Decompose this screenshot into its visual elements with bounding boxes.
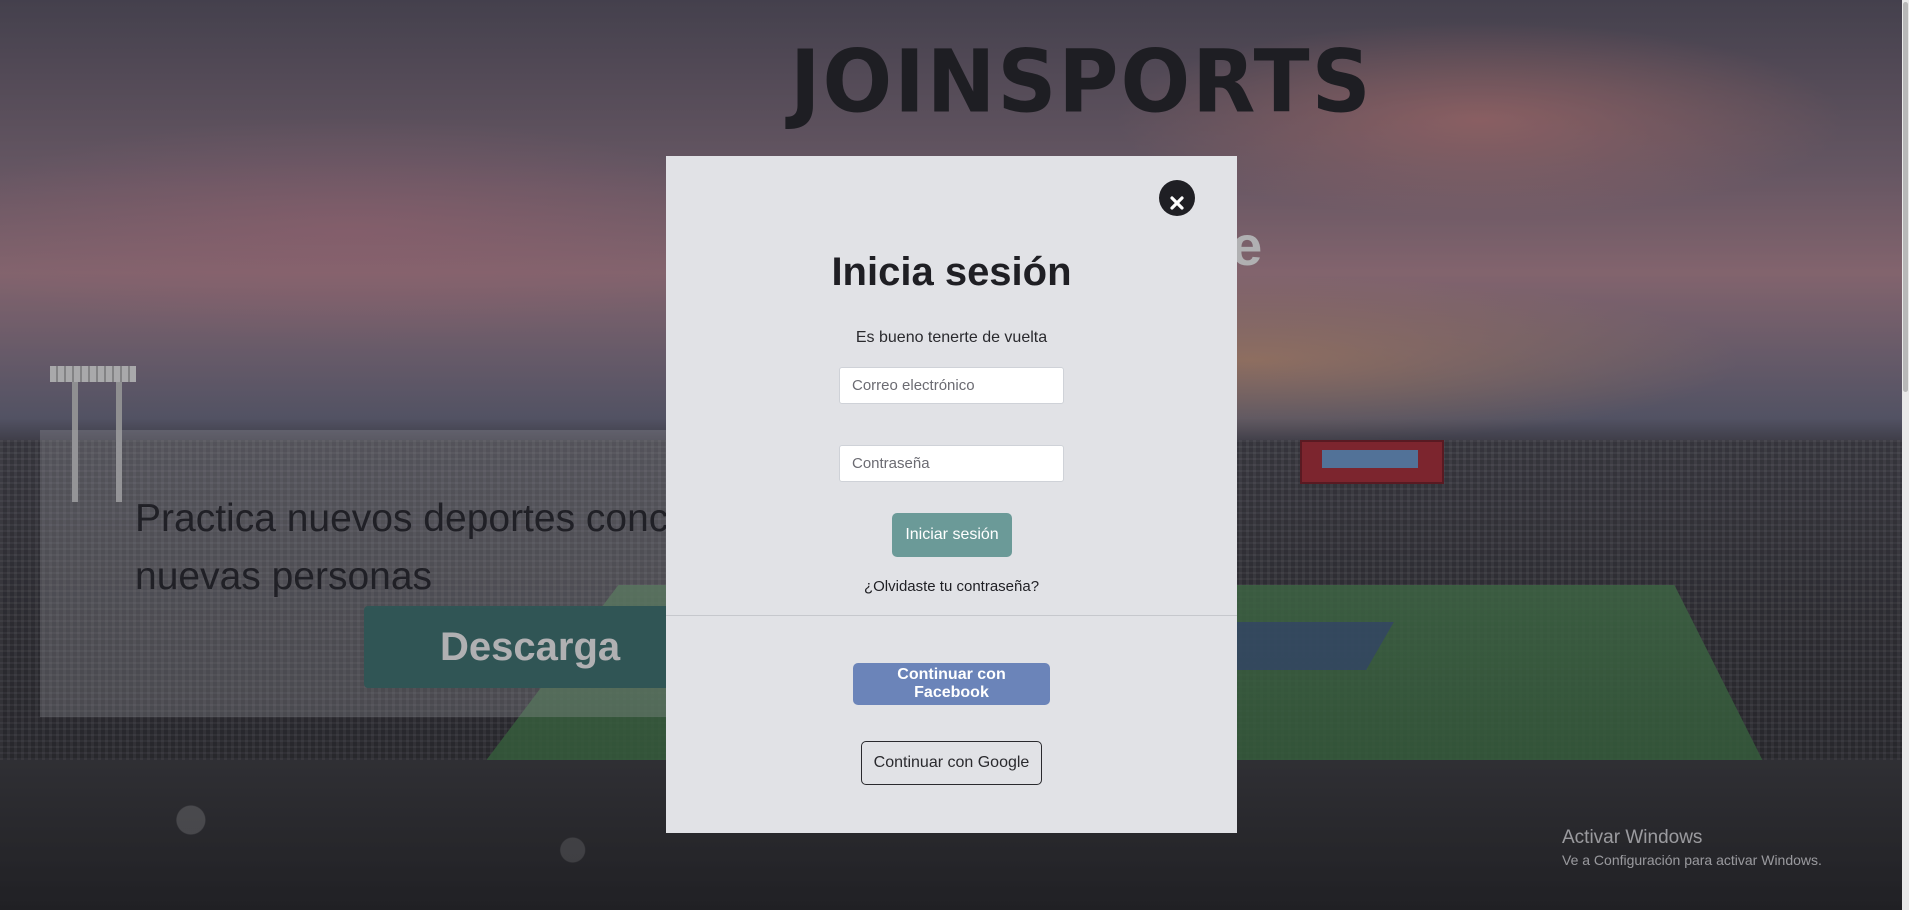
activation-title: Activar Windows: [1562, 827, 1703, 848]
modal-divider: [666, 615, 1237, 616]
login-submit-button[interactable]: Iniciar sesión: [892, 513, 1012, 557]
login-modal: Inicia sesión Es bueno tenerte de vuelta…: [666, 156, 1237, 833]
email-input[interactable]: [839, 367, 1064, 404]
forgot-password-link[interactable]: ¿Olvidaste tu contraseña?: [666, 578, 1237, 595]
close-circle-icon: [1170, 196, 1184, 210]
password-input[interactable]: [839, 445, 1064, 482]
page: JOINSPORTS ce Practica nuevos deportes c…: [0, 0, 1909, 923]
bottom-strip: [0, 910, 1909, 923]
modal-title: Inicia sesión: [831, 250, 1072, 294]
google-login-button[interactable]: Continuar con Google: [861, 741, 1042, 785]
close-modal-button[interactable]: [1159, 180, 1195, 216]
facebook-login-button[interactable]: Continuar con Facebook: [853, 663, 1050, 705]
modal-subtitle: Es bueno tenerte de vuelta: [855, 329, 1048, 346]
activation-subtitle: Ve a Configuración para activar Windows.: [1562, 852, 1822, 868]
windows-activation-watermark: Activar Windows Ve a Configuración para …: [1562, 826, 1822, 870]
scrollbar-thumb[interactable]: [1903, 2, 1908, 392]
